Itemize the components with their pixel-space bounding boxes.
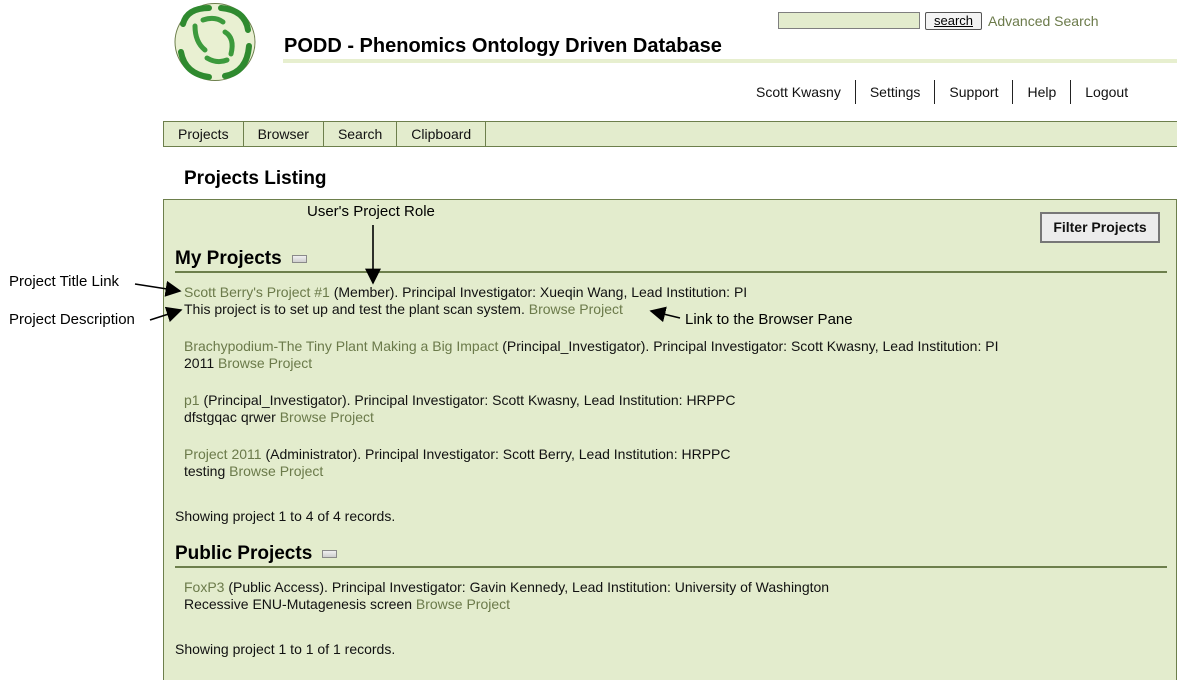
section-divider bbox=[175, 271, 1167, 273]
project-entry: FoxP3 (Public Access). Principal Investi… bbox=[184, 579, 829, 613]
annotation-project-title-link: Project Title Link bbox=[9, 273, 120, 290]
collapse-toggle-icon[interactable] bbox=[322, 549, 338, 558]
collapse-toggle-icon[interactable] bbox=[291, 254, 307, 263]
project-title-link[interactable]: FoxP3 bbox=[184, 579, 224, 595]
project-title-link[interactable]: Project 2011 bbox=[184, 446, 262, 462]
search-button[interactable]: search bbox=[925, 12, 982, 30]
browse-project-link[interactable]: Browse Project bbox=[218, 355, 312, 371]
project-entry: Scott Berry's Project #1 (Member). Princ… bbox=[184, 284, 747, 318]
project-entry: Project 2011 (Administrator). Principal … bbox=[184, 446, 731, 480]
my-projects-heading-text: My Projects bbox=[175, 248, 282, 269]
projects-panel: Filter Projects My Projects Scott Berry'… bbox=[163, 199, 1177, 680]
user-menu: Scott Kwasny Settings Support Help Logou… bbox=[742, 80, 1142, 104]
browse-project-link[interactable]: Browse Project bbox=[416, 596, 510, 612]
my-projects-heading: My Projects bbox=[175, 248, 307, 270]
annotation-users-project-role: User's Project Role bbox=[307, 203, 435, 220]
project-description: Recessive ENU-Mutagenesis screen bbox=[184, 596, 412, 612]
advanced-search-link[interactable]: Advanced Search bbox=[988, 13, 1099, 29]
main-nav-tabs: Projects Browser Search Clipboard bbox=[163, 121, 1177, 147]
project-description: testing bbox=[184, 463, 226, 479]
annotation-project-description: Project Description bbox=[9, 311, 135, 328]
support-link[interactable]: Support bbox=[935, 80, 1012, 104]
project-description: dfstgqac qrwer bbox=[184, 409, 276, 425]
project-meta: (Principal_Investigator). Principal Inve… bbox=[199, 392, 736, 408]
search-input[interactable] bbox=[778, 12, 920, 29]
records-count: Showing project 1 to 1 of 1 records. bbox=[175, 641, 396, 657]
tab-clipboard[interactable]: Clipboard bbox=[396, 122, 487, 146]
project-meta: (Member). Principal Investigator: Xueqin… bbox=[329, 284, 748, 300]
annotation-link-to-browser: Link to the Browser Pane bbox=[685, 311, 853, 328]
project-title-link[interactable]: p1 bbox=[184, 392, 200, 408]
filter-projects-button[interactable]: Filter Projects bbox=[1040, 212, 1160, 243]
project-description: This project is to set up and test the p… bbox=[184, 301, 525, 317]
project-description: 2011 bbox=[184, 355, 215, 371]
user-name-link[interactable]: Scott Kwasny bbox=[742, 80, 855, 104]
tab-search[interactable]: Search bbox=[322, 122, 396, 146]
page-title: Projects Listing bbox=[184, 168, 327, 189]
logout-link[interactable]: Logout bbox=[1071, 80, 1142, 104]
project-title-link[interactable]: Scott Berry's Project #1 bbox=[184, 284, 330, 300]
public-projects-heading-text: Public Projects bbox=[175, 543, 313, 564]
section-divider bbox=[175, 566, 1167, 568]
project-entry: p1 (Principal_Investigator). Principal I… bbox=[184, 392, 735, 426]
browse-project-link[interactable]: Browse Project bbox=[280, 409, 374, 425]
browse-project-link[interactable]: Browse Project bbox=[529, 301, 623, 317]
project-title-link[interactable]: Brachypodium-The Tiny Plant Making a Big… bbox=[184, 338, 498, 354]
help-link[interactable]: Help bbox=[1013, 80, 1070, 104]
browse-project-link[interactable]: Browse Project bbox=[229, 463, 323, 479]
public-projects-heading: Public Projects bbox=[175, 543, 338, 565]
settings-link[interactable]: Settings bbox=[856, 80, 935, 104]
project-meta: (Principal_Investigator). Principal Inve… bbox=[498, 338, 999, 354]
app-title: PODD - Phenomics Ontology Driven Databas… bbox=[284, 35, 722, 57]
project-entry: Brachypodium-The Tiny Plant Making a Big… bbox=[184, 338, 998, 372]
tab-browser[interactable]: Browser bbox=[242, 122, 323, 146]
title-underline bbox=[283, 59, 1177, 63]
podd-logo[interactable] bbox=[173, 2, 257, 82]
project-meta: (Administrator). Principal Investigator:… bbox=[261, 446, 731, 462]
tab-projects[interactable]: Projects bbox=[163, 122, 243, 146]
records-count: Showing project 1 to 4 of 4 records. bbox=[175, 508, 396, 524]
project-meta: (Public Access). Principal Investigator:… bbox=[224, 579, 830, 595]
